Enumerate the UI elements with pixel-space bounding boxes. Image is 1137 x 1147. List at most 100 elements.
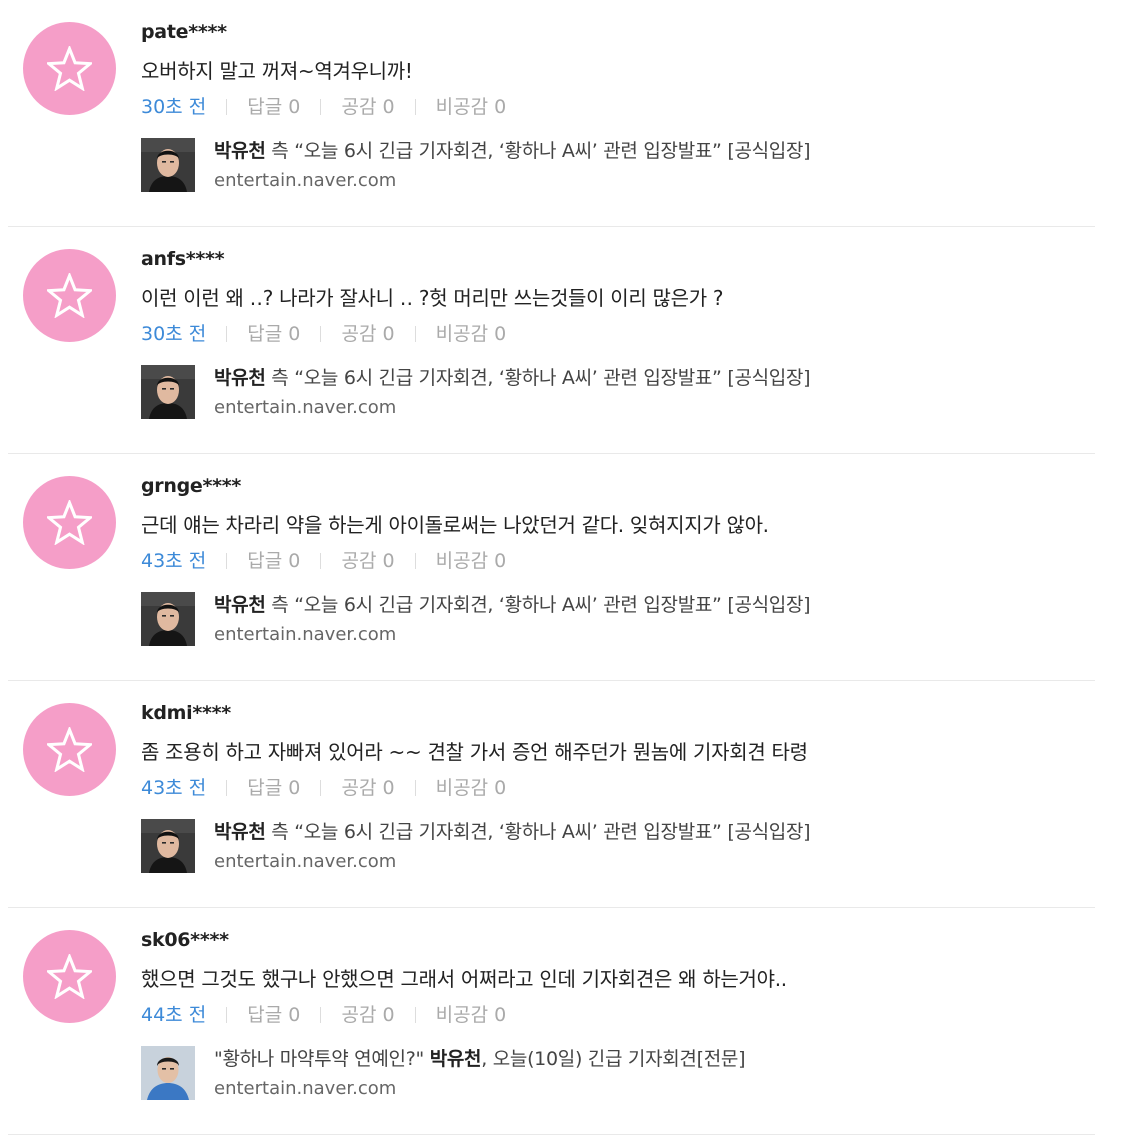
article-domain[interactable]: entertain.naver.com: [214, 851, 396, 872]
reply-button[interactable]: 답글 0: [247, 96, 300, 118]
comment-item: anfs**** 이런 이런 왜 ‥? 나라가 잘사니 ‥ ?헛 머리만 쓰는것…: [0, 227, 1137, 454]
dislike-button[interactable]: 비공감 0: [436, 1004, 507, 1026]
person-photo: [141, 138, 195, 192]
comment-item: pate**** 오버하지 말고 꺼져~역겨우니까! 30초 전 답글 0 공감…: [0, 0, 1137, 227]
meta-divider: [320, 99, 322, 115]
article-title-bold: 박유천: [214, 594, 266, 616]
article-thumbnail[interactable]: [141, 1046, 195, 1100]
article-title[interactable]: 박유천 측 “오늘 6시 긴급 기자회견, ‘황하나 A씨’ 관련 입장발표” …: [214, 363, 811, 390]
reply-button[interactable]: 답글 0: [247, 777, 300, 799]
comment-text: 좀 조용히 하고 자빠져 있어라 ~~ 견찰 가서 증언 해주던가 뭔놈에 기자…: [141, 740, 808, 764]
avatar[interactable]: [23, 249, 116, 342]
comment-username[interactable]: kdmi****: [141, 702, 231, 724]
comment-divider: [8, 1134, 1095, 1135]
linked-article[interactable]: "황하나 마약투약 연예인?" 박유천, 오늘(10일) 긴급 기자회견[전문]…: [141, 1044, 1041, 1100]
article-title[interactable]: 박유천 측 “오늘 6시 긴급 기자회견, ‘황하나 A씨’ 관련 입장발표” …: [214, 817, 811, 844]
like-button[interactable]: 공감 0: [341, 323, 394, 345]
dislike-button[interactable]: 비공감 0: [436, 323, 507, 345]
meta-divider: [226, 553, 228, 569]
comment-text: 근데 얘는 차라리 약을 하는게 아이돌로써는 나았던거 같다. 잊혀지지가 않…: [141, 513, 769, 537]
article-title-pre: "황하나 마약투약 연예인?": [214, 1048, 430, 1070]
comment-meta: 30초 전 답글 0 공감 0 비공감 0: [141, 92, 506, 119]
star-outline-icon: [47, 500, 92, 545]
comment-text: 했으면 그것도 했구나 안했으면 그래서 어쩌라고 인데 기자회견은 왜 하는거…: [141, 967, 787, 991]
meta-divider: [320, 326, 322, 342]
meta-divider: [414, 780, 416, 796]
comment-username[interactable]: sk06****: [141, 929, 229, 951]
article-title-rest: 측 “오늘 6시 긴급 기자회견, ‘황하나 A씨’ 관련 입장발표” [공식입…: [265, 821, 811, 843]
person-photo: [141, 1046, 195, 1100]
article-title[interactable]: 박유천 측 “오늘 6시 긴급 기자회견, ‘황하나 A씨’ 관련 입장발표” …: [214, 136, 811, 163]
person-photo: [141, 365, 195, 419]
comment-item: kdmi**** 좀 조용히 하고 자빠져 있어라 ~~ 견찰 가서 증언 해주…: [0, 681, 1137, 908]
comment-list: pate**** 오버하지 말고 꺼져~역겨우니까! 30초 전 답글 0 공감…: [0, 0, 1137, 1135]
article-title-rest: 측 “오늘 6시 긴급 기자회견, ‘황하나 A씨’ 관련 입장발표” [공식입…: [265, 367, 811, 389]
comment-time: 43초 전: [141, 550, 207, 572]
article-domain[interactable]: entertain.naver.com: [214, 170, 396, 191]
article-thumbnail[interactable]: [141, 819, 195, 873]
reply-button[interactable]: 답글 0: [247, 550, 300, 572]
article-title-rest: 측 “오늘 6시 긴급 기자회견, ‘황하나 A씨’ 관련 입장발표” [공식입…: [265, 594, 811, 616]
star-outline-icon: [47, 954, 92, 999]
dislike-button[interactable]: 비공감 0: [436, 550, 507, 572]
comment-text: 오버하지 말고 꺼져~역겨우니까!: [141, 59, 413, 83]
article-title[interactable]: 박유천 측 “오늘 6시 긴급 기자회견, ‘황하나 A씨’ 관련 입장발표” …: [214, 590, 811, 617]
article-title[interactable]: "황하나 마약투약 연예인?" 박유천, 오늘(10일) 긴급 기자회견[전문]: [214, 1044, 746, 1071]
meta-divider: [414, 1007, 416, 1023]
comment-time: 43초 전: [141, 777, 207, 799]
avatar[interactable]: [23, 930, 116, 1023]
like-button[interactable]: 공감 0: [341, 96, 394, 118]
article-title-bold: 박유천: [214, 367, 266, 389]
linked-article[interactable]: 박유천 측 “오늘 6시 긴급 기자회견, ‘황하나 A씨’ 관련 입장발표” …: [141, 363, 1041, 419]
like-button[interactable]: 공감 0: [341, 777, 394, 799]
meta-divider: [414, 99, 416, 115]
dislike-button[interactable]: 비공감 0: [436, 96, 507, 118]
person-photo: [141, 592, 195, 646]
meta-divider: [320, 1007, 322, 1023]
comment-time: 44초 전: [141, 1004, 207, 1026]
star-outline-icon: [47, 46, 92, 91]
meta-divider: [320, 553, 322, 569]
comment-meta: 43초 전 답글 0 공감 0 비공감 0: [141, 546, 506, 573]
meta-divider: [226, 326, 228, 342]
article-title-bold: 박유천: [429, 1048, 482, 1070]
comment-text: 이런 이런 왜 ‥? 나라가 잘사니 ‥ ?헛 머리만 쓰는것들이 이리 많은가…: [141, 286, 724, 310]
person-photo: [141, 819, 195, 873]
comment-time: 30초 전: [141, 323, 207, 345]
reply-button[interactable]: 답글 0: [247, 323, 300, 345]
comment-meta: 43초 전 답글 0 공감 0 비공감 0: [141, 773, 506, 800]
meta-divider: [414, 326, 416, 342]
avatar[interactable]: [23, 703, 116, 796]
comment-username[interactable]: pate****: [141, 21, 227, 43]
meta-divider: [320, 780, 322, 796]
article-thumbnail[interactable]: [141, 592, 195, 646]
comment-item: grnge**** 근데 얘는 차라리 약을 하는게 아이돌로써는 나았던거 같…: [0, 454, 1137, 681]
meta-divider: [226, 1007, 228, 1023]
comment-meta: 30초 전 답글 0 공감 0 비공감 0: [141, 319, 506, 346]
avatar[interactable]: [23, 22, 116, 115]
article-title-rest: , 오늘(10일) 긴급 기자회견[전문]: [481, 1048, 746, 1070]
like-button[interactable]: 공감 0: [341, 1004, 394, 1026]
article-title-bold: 박유천: [214, 140, 266, 162]
reply-button[interactable]: 답글 0: [247, 1004, 300, 1026]
comment-meta: 44초 전 답글 0 공감 0 비공감 0: [141, 1000, 506, 1027]
star-outline-icon: [47, 727, 92, 772]
article-title-bold: 박유천: [214, 821, 266, 843]
dislike-button[interactable]: 비공감 0: [436, 777, 507, 799]
linked-article[interactable]: 박유천 측 “오늘 6시 긴급 기자회견, ‘황하나 A씨’ 관련 입장발표” …: [141, 590, 1041, 646]
article-domain[interactable]: entertain.naver.com: [214, 397, 396, 418]
article-thumbnail[interactable]: [141, 138, 195, 192]
linked-article[interactable]: 박유천 측 “오늘 6시 긴급 기자회견, ‘황하나 A씨’ 관련 입장발표” …: [141, 136, 1041, 192]
comment-username[interactable]: grnge****: [141, 475, 241, 497]
avatar[interactable]: [23, 476, 116, 569]
comment-username[interactable]: anfs****: [141, 248, 225, 270]
comment-item: sk06**** 했으면 그것도 했구나 안했으면 그래서 어쩌라고 인데 기자…: [0, 908, 1137, 1135]
article-thumbnail[interactable]: [141, 365, 195, 419]
like-button[interactable]: 공감 0: [341, 550, 394, 572]
article-title-rest: 측 “오늘 6시 긴급 기자회견, ‘황하나 A씨’ 관련 입장발표” [공식입…: [265, 140, 811, 162]
article-domain[interactable]: entertain.naver.com: [214, 1078, 396, 1099]
article-domain[interactable]: entertain.naver.com: [214, 624, 396, 645]
linked-article[interactable]: 박유천 측 “오늘 6시 긴급 기자회견, ‘황하나 A씨’ 관련 입장발표” …: [141, 817, 1041, 873]
meta-divider: [414, 553, 416, 569]
meta-divider: [226, 780, 228, 796]
